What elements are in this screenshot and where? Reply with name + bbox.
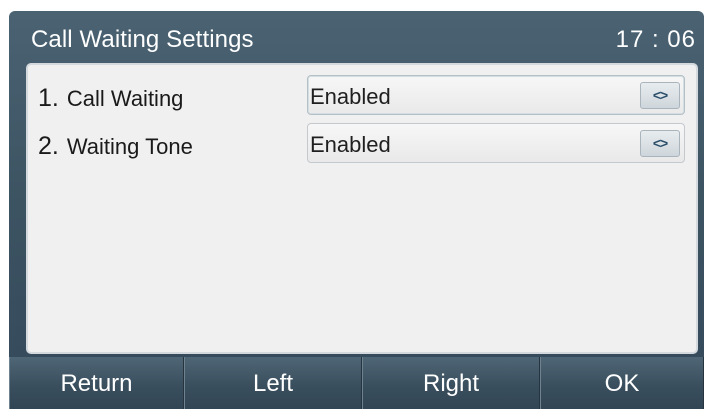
left-right-arrows-icon[interactable]: <> <box>640 82 680 109</box>
ok-button[interactable]: OK <box>540 357 704 409</box>
waiting-tone-select[interactable]: Enabled <> <box>307 123 685 163</box>
right-button[interactable]: Right <box>362 357 540 409</box>
title-bar: Call Waiting Settings 17 : 06 <box>9 11 704 63</box>
setting-number: 2. <box>38 132 59 160</box>
call-waiting-select[interactable]: Enabled <> <box>307 75 685 115</box>
page-title: Call Waiting Settings <box>31 26 254 53</box>
setting-label: 2. Waiting Tone <box>38 132 193 161</box>
setting-name: Call Waiting <box>66 86 184 111</box>
left-right-arrows-icon[interactable]: <> <box>640 130 680 157</box>
setting-label: 1. Call Waiting <box>38 84 183 113</box>
softkey-bar: Return Left Right OK <box>9 357 704 409</box>
phone-screen: Call Waiting Settings 17 : 06 1. Call Wai… <box>9 11 704 409</box>
select-value: Enabled <box>310 132 391 157</box>
left-button[interactable]: Left <box>184 357 362 409</box>
return-button[interactable]: Return <box>9 357 184 409</box>
select-value: Enabled <box>310 84 391 109</box>
setting-number: 1. <box>38 84 59 112</box>
clock: 17 : 06 <box>615 26 696 53</box>
setting-row-call-waiting[interactable]: 1. Call Waiting Enabled <> <box>28 72 696 118</box>
setting-row-waiting-tone[interactable]: 2. Waiting Tone Enabled <> <box>28 120 696 166</box>
settings-panel: 1. Call Waiting Enabled <> 2. Waiting Tone… <box>26 63 698 354</box>
setting-name: Waiting Tone <box>66 134 193 159</box>
